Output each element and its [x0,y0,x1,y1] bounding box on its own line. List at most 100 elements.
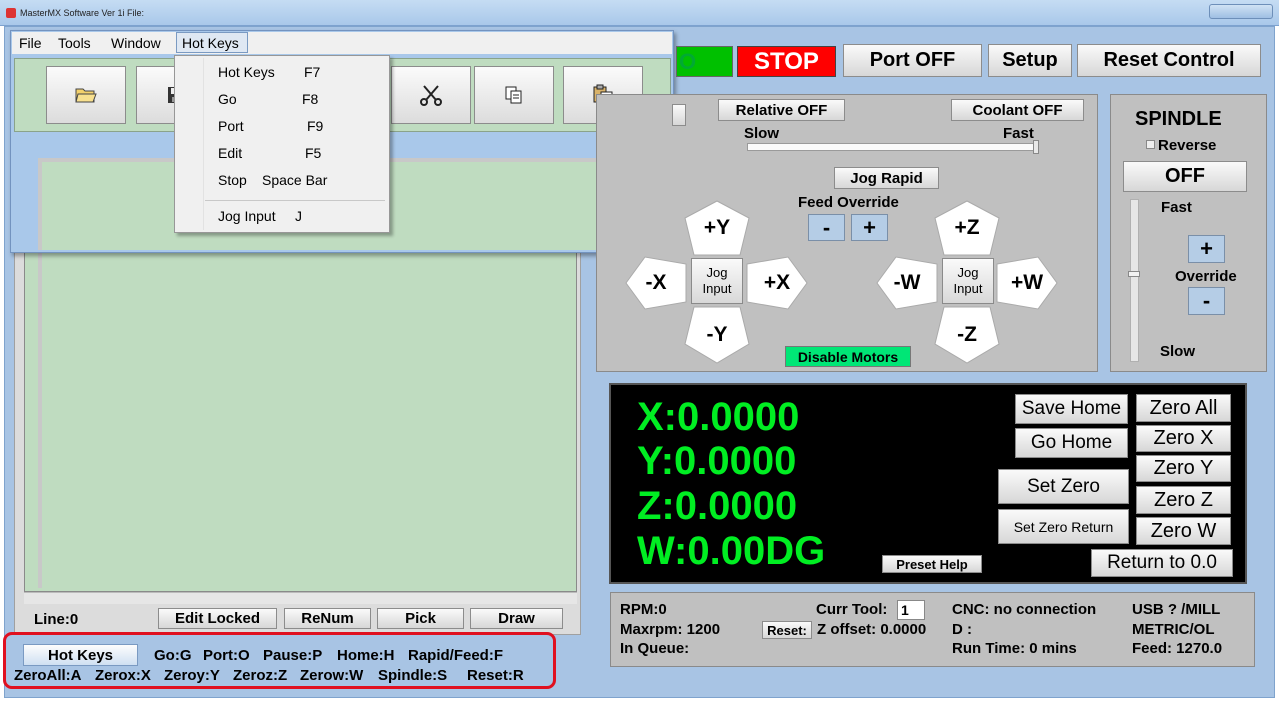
hotkey-zero-all: ZeroAll:A [14,667,82,684]
stop-button[interactable]: STOP [737,46,836,77]
editor-scrollbar[interactable] [24,592,577,604]
jog-input-zw-button[interactable]: Jog Input [942,258,994,304]
window-title: MasterMX Software Ver 1i File: [20,8,145,18]
zero-z-button[interactable]: Zero Z [1136,486,1231,514]
preset-help-button[interactable]: Preset Help [882,555,982,573]
setup-button[interactable]: Setup [988,44,1072,77]
zero-all-button[interactable]: Zero All [1136,394,1231,422]
feed-override-plus[interactable]: + [851,214,888,241]
spindle-override-plus[interactable]: + [1188,235,1225,263]
jog-input-line2: Input [702,281,732,296]
hotkey-port: Port:O [203,647,250,664]
dropdown-key-jog-input: J [295,208,302,224]
dropdown-item-go[interactable]: Go [218,91,237,107]
dropdown-key-go: F8 [302,91,319,107]
curr-tool-input[interactable]: 1 [897,600,925,620]
zero-y-button[interactable]: Zero Y [1136,455,1231,482]
pick-button[interactable]: Pick [377,608,464,629]
jog-plus-z-button[interactable]: +Z [934,200,1000,256]
save-home-button[interactable]: Save Home [1015,394,1128,424]
dro-x-value: X:0.0000 [637,395,800,439]
d-readout: D : [952,621,972,638]
menu-file[interactable]: File [19,35,42,51]
jog-speed-thumb[interactable] [1033,140,1039,154]
open-button[interactable] [46,66,126,124]
reset-z-offset-button[interactable]: Reset: [762,621,812,639]
speed-slow-label: Slow [744,125,780,142]
jog-plus-y-button[interactable]: +Y [684,200,750,256]
return-to-zero-button[interactable]: Return to 0.0 [1091,549,1233,577]
rpm-readout: RPM:0 [620,601,667,618]
menu-tools[interactable]: Tools [58,35,91,51]
spindle-title: SPINDLE [1135,108,1222,130]
jog-minus-z-label: -Z [957,323,977,346]
dropdown-item-stop[interactable]: Stop [218,172,247,188]
run-time-readout: Run Time: 0 mins [952,640,1077,657]
set-zero-return-button[interactable]: Set Zero Return [998,509,1129,544]
hotkey-reset: Reset:R [467,667,524,684]
feed-override-minus[interactable]: - [808,214,845,241]
jog-side-button[interactable] [672,104,686,126]
spindle-speed-thumb[interactable] [1128,271,1140,277]
renum-button[interactable]: ReNum [284,608,371,629]
spindle-override-minus[interactable]: - [1188,287,1225,315]
jog-minus-y-label: -Y [706,323,728,346]
spindle-slow-label: Slow [1160,343,1196,360]
dropdown-item-hot-keys[interactable]: Hot Keys [218,64,275,80]
hotkey-pause: Pause:P [263,647,323,664]
jog-minus-z-button[interactable]: -Z [934,306,1000,364]
spindle-override-label: Override [1175,268,1237,285]
cut-icon [420,85,442,106]
open-folder-icon [75,88,97,103]
jog-input-xy-button[interactable]: Jog Input [691,258,743,304]
spindle-toggle-button[interactable]: OFF [1123,161,1247,192]
speed-fast-label: Fast [1003,125,1034,142]
cut-button[interactable] [391,66,471,124]
dropdown-key-stop: Space Bar [262,172,328,188]
jog-plus-y-label: +Y [703,216,731,239]
jog-minus-w-button[interactable]: -W [876,256,938,310]
hotkey-go: Go:G [154,647,192,664]
go-home-button[interactable]: Go Home [1015,428,1128,458]
hot-keys-dropdown: Hot Keys F7 Go F8 Port F9 Edit F5 Stop S… [174,55,390,233]
feed-readout: Feed: 1270.0 [1132,640,1223,657]
jog-plus-w-button[interactable]: +W [996,256,1058,310]
jog-minus-w-label: -W [893,271,921,294]
port-button[interactable]: Port OFF [843,44,982,77]
set-zero-button[interactable]: Set Zero [998,469,1129,504]
edit-locked-button[interactable]: Edit Locked [158,608,277,629]
line-indicator: Line:0 [34,611,79,628]
jog-minus-x-button[interactable]: -X [625,256,687,310]
z-offset-readout: Z offset: 0.0000 [817,621,927,638]
menu-window[interactable]: Window [111,35,161,51]
dro-y-value: Y:0.0000 [637,439,797,483]
window-controls[interactable] [1209,4,1273,19]
copy-button[interactable] [474,66,554,124]
reverse-label: Reverse [1158,137,1217,154]
jog-input-line1: Jog [706,265,728,280]
jog-speed-slider[interactable] [747,143,1039,151]
dropdown-item-jog-input[interactable]: Jog Input [218,208,276,224]
coolant-button[interactable]: Coolant OFF [951,99,1084,121]
jog-input-line2: Input [953,281,983,296]
dropdown-key-edit: F5 [305,145,322,161]
dropdown-item-edit[interactable]: Edit [218,145,242,161]
draw-button[interactable]: Draw [470,608,563,629]
zero-w-button[interactable]: Zero W [1136,517,1231,545]
reset-control-button[interactable]: Reset Control [1077,44,1261,77]
jog-minus-y-button[interactable]: -Y [684,306,750,364]
relative-button[interactable]: Relative OFF [718,99,845,121]
zero-x-button[interactable]: Zero X [1136,425,1231,452]
spindle-speed-slider[interactable] [1130,199,1139,362]
go-button[interactable]: O [676,46,733,77]
jog-rapid-button[interactable]: Jog Rapid [834,167,939,189]
hotkey-zero-w: Zerow:W [300,667,364,684]
title-bar: MasterMX Software Ver 1i File: [0,0,1279,26]
reverse-checkbox[interactable] [1146,140,1155,149]
hot-keys-button[interactable]: Hot Keys [23,644,138,666]
dropdown-item-port[interactable]: Port [218,118,244,134]
in-queue-readout: In Queue: [620,640,690,657]
menu-hot-keys-label: Hot Keys [182,35,239,51]
disable-motors-button[interactable]: Disable Motors [785,346,911,367]
jog-plus-x-button[interactable]: +X [746,256,808,310]
